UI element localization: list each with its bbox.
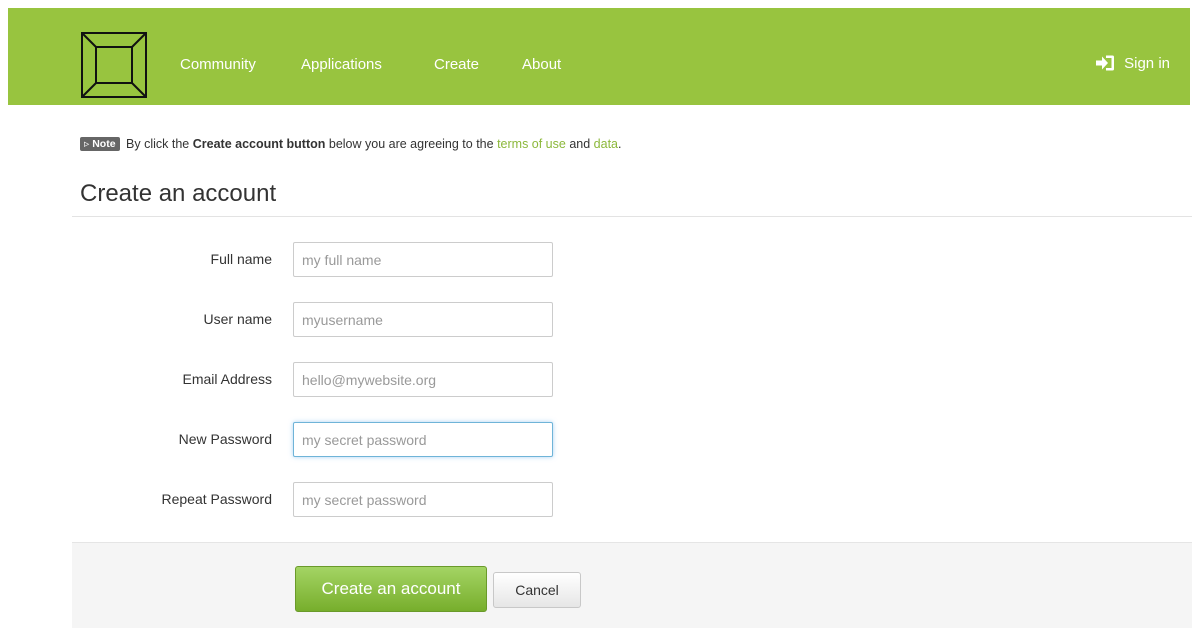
page-title: Create an account bbox=[80, 180, 277, 207]
nav-about[interactable]: About bbox=[522, 56, 561, 73]
sign-in-icon bbox=[1096, 55, 1115, 71]
note-badge: ▹ Note bbox=[80, 137, 120, 151]
title-divider bbox=[72, 216, 1192, 217]
full-name-input[interactable] bbox=[293, 242, 553, 277]
sign-in-label: Sign in bbox=[1124, 54, 1170, 72]
note-bold-text: Create account button bbox=[192, 137, 326, 151]
user-name-input[interactable] bbox=[293, 302, 553, 337]
form-actions-bar bbox=[72, 542, 1192, 628]
nav-applications[interactable]: Applications bbox=[301, 56, 382, 73]
note-and-text: and bbox=[569, 137, 591, 151]
repeat-password-input[interactable] bbox=[293, 482, 553, 517]
terms-of-use-link[interactable]: terms of use bbox=[497, 137, 566, 151]
note-badge-label: Note bbox=[92, 138, 116, 150]
user-name-label: User name bbox=[203, 311, 272, 327]
new-password-input[interactable] bbox=[293, 422, 553, 457]
note-text-1: By click the bbox=[126, 137, 190, 151]
nav-community[interactable]: Community bbox=[180, 56, 256, 73]
cancel-button[interactable]: Cancel bbox=[493, 572, 581, 608]
create-account-button[interactable]: Create an account bbox=[295, 566, 487, 612]
logo-icon[interactable] bbox=[81, 32, 147, 98]
note-period: . bbox=[618, 137, 622, 151]
email-address-label: Email Address bbox=[182, 371, 272, 387]
nav-create[interactable]: Create bbox=[434, 56, 479, 73]
terms-note: ▹ Note By click the Create account butto… bbox=[80, 137, 622, 151]
megaphone-icon: ▹ bbox=[84, 138, 90, 150]
sign-in-link[interactable]: Sign in bbox=[1095, 54, 1170, 72]
full-name-label: Full name bbox=[210, 251, 272, 267]
top-navbar: Community Applications Create About Sign… bbox=[8, 8, 1190, 105]
note-text-2: below you are agreeing to the bbox=[328, 137, 494, 151]
email-address-input[interactable] bbox=[293, 362, 553, 397]
new-password-label: New Password bbox=[178, 431, 272, 447]
repeat-password-label: Repeat Password bbox=[161, 491, 272, 507]
data-link[interactable]: data bbox=[594, 137, 618, 151]
